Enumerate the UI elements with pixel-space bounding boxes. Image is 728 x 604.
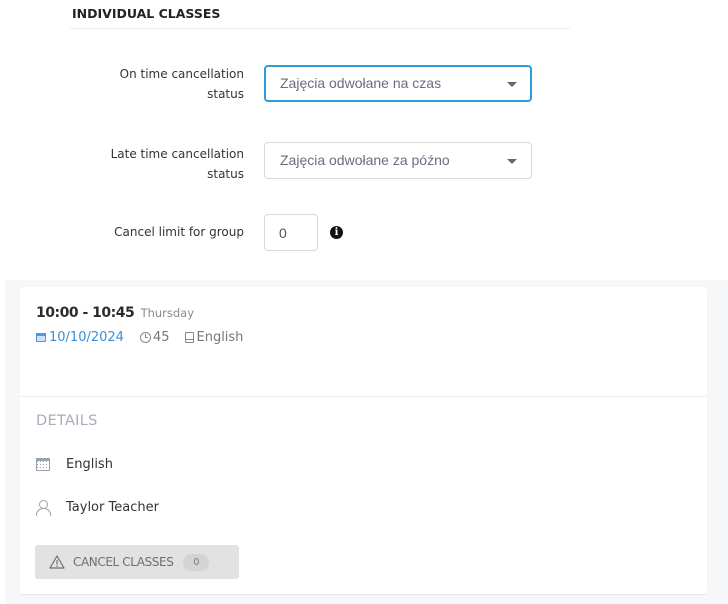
cancel-limit-row: Cancel limit for group i <box>0 214 560 252</box>
late-time-cancellation-row: Late time cancellation status Zajęcia od… <box>0 142 560 182</box>
cancel-limit-input[interactable] <box>264 214 318 251</box>
late-time-cancellation-label: Late time cancellation status <box>64 144 244 184</box>
clock-icon <box>139 332 151 343</box>
cancel-classes-button[interactable]: CANCEL CLASSES 0 <box>35 545 239 579</box>
date-text: 10/10/2024 <box>49 330 124 345</box>
label-line: status <box>207 87 244 101</box>
class-duration: 45 <box>139 330 170 345</box>
late-time-cancellation-select[interactable]: Zajęcia odwołane za późno <box>264 142 532 179</box>
class-meta: 10/10/2024 45 English <box>36 330 259 345</box>
on-time-cancellation-label: On time cancellation status <box>64 64 244 104</box>
details-title: DETAILS <box>36 413 98 429</box>
label-line: On time cancellation <box>119 67 244 81</box>
cancel-count-badge: 0 <box>183 553 210 571</box>
weekday: Thursday <box>140 306 195 320</box>
select-value: Zajęcia odwołane za późno <box>280 152 450 168</box>
duration-text: 45 <box>152 330 170 345</box>
class-summary: 10:00 - 10:45 Thursday 10/10/2024 45 Eng… <box>20 287 707 397</box>
time-range: 10:00 - 10:45 <box>36 305 135 321</box>
class-subject: English <box>185 330 243 345</box>
detail-subject-text: English <box>66 457 113 472</box>
label-line: status <box>207 167 244 181</box>
detail-teacher: Taylor Teacher <box>36 500 159 516</box>
cancel-classes-label: CANCEL CLASSES <box>73 555 174 569</box>
class-card: 10:00 - 10:45 Thursday 10/10/2024 45 Eng… <box>20 287 707 594</box>
calendar-icon <box>36 333 46 342</box>
calendar-icon <box>36 458 50 471</box>
on-time-cancellation-select[interactable]: Zajęcia odwołane na czas <box>264 65 532 102</box>
section-header: INDIVIDUAL CLASSES <box>70 0 570 29</box>
chevron-down-icon <box>507 82 517 87</box>
user-icon <box>36 500 51 516</box>
warning-icon <box>49 555 65 569</box>
class-time: 10:00 - 10:45 Thursday <box>36 305 194 321</box>
class-date[interactable]: 10/10/2024 <box>36 330 124 345</box>
label-line: Late time cancellation <box>110 147 244 161</box>
detail-teacher-text: Taylor Teacher <box>66 500 159 515</box>
select-value: Zajęcia odwołane na czas <box>280 75 442 91</box>
section-title: INDIVIDUAL CLASSES <box>72 6 221 21</box>
info-icon[interactable]: i <box>330 226 343 239</box>
on-time-cancellation-row: On time cancellation status Zajęcia odwo… <box>0 64 560 104</box>
book-icon <box>185 332 195 343</box>
detail-subject: English <box>36 457 113 472</box>
subject-text: English <box>196 330 244 345</box>
chevron-down-icon <box>507 159 517 164</box>
cancel-limit-label: Cancel limit for group <box>114 225 244 239</box>
